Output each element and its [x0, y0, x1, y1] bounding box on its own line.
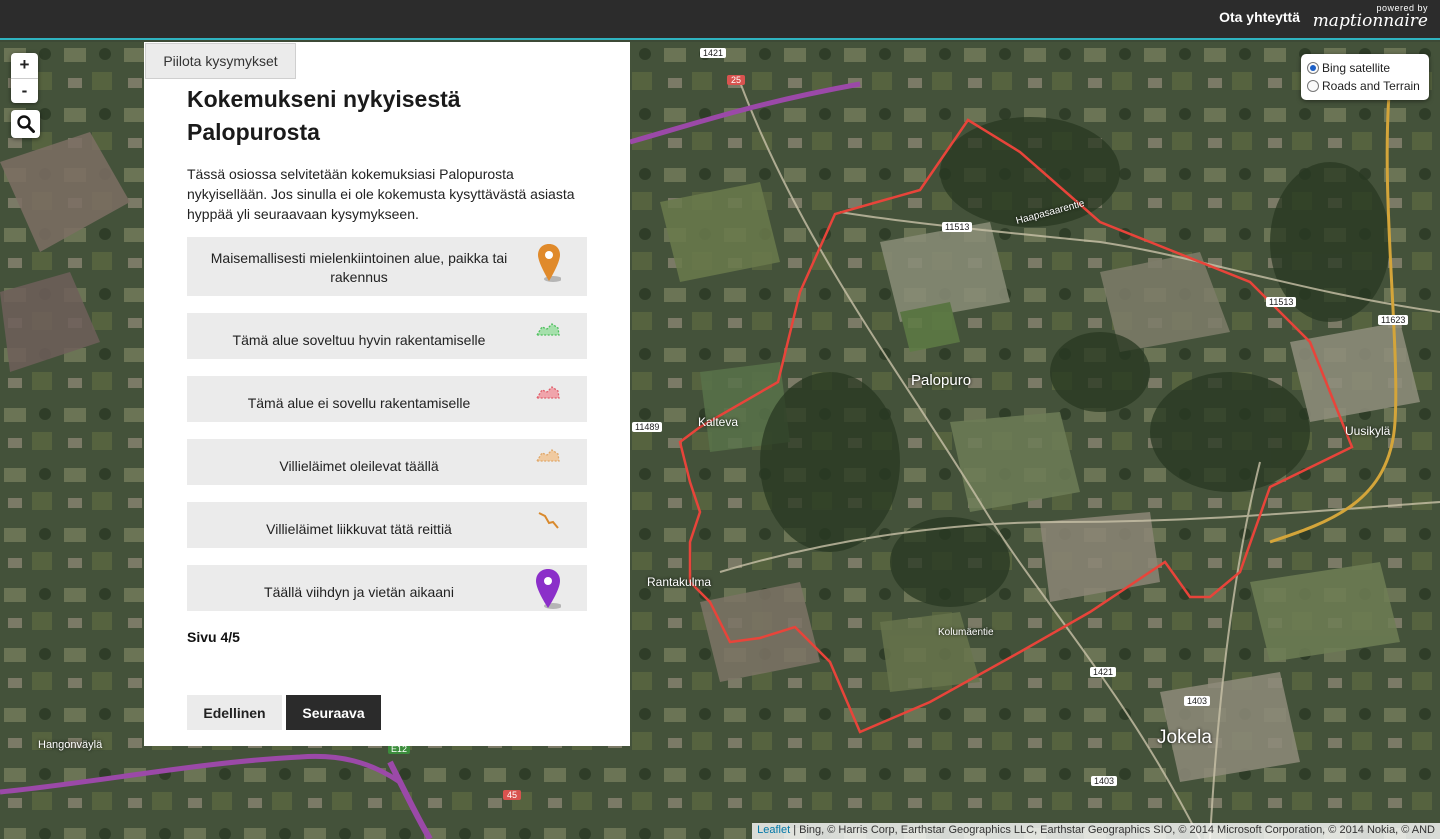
place-label-jokela: Jokela — [1157, 727, 1212, 748]
option-enjoy-time-here[interactable]: Täällä viihdyn ja vietän aikaani — [187, 565, 587, 611]
option-not-suitable-for-building[interactable]: Tämä alue ei sovellu rakentamiselle — [187, 376, 587, 422]
page-title: Kokemukseni nykyisestä Palopurosta — [187, 86, 461, 145]
option-label: Villieläimet oleilevat täällä — [279, 458, 439, 474]
option-label: Tämä alue soveltuu hyvin rakentamiselle — [232, 332, 486, 348]
place-label-rantakulma: Rantakulma — [647, 575, 712, 589]
road-number-45: 45 — [503, 790, 522, 800]
brand-name: maptionnaire — [1312, 11, 1428, 31]
map-attribution: Leaflet | Bing, © Harris Corp, Earthstar… — [752, 823, 1440, 839]
attribution-text: | Bing, © Harris Corp, Earthstar Geograp… — [790, 824, 1435, 836]
layer-option-bing-satellite[interactable]: Bing satellite — [1307, 59, 1423, 77]
zoom-out-button[interactable]: - — [11, 78, 38, 103]
road-number-11489: 11489 — [632, 422, 663, 432]
tan-area-icon — [535, 449, 560, 462]
place-label-kalteva: Kalteva — [698, 415, 739, 429]
page-indicator: Sivu 4/5 — [187, 629, 240, 645]
radio-selected-icon[interactable] — [1307, 62, 1319, 74]
questionnaire-panel: Kokemukseni nykyisestä Palopurosta Tässä… — [144, 42, 630, 746]
road-number-1421: 1421 — [700, 48, 727, 58]
top-bar: Ota yhteyttä powered by maptionnaire — [0, 0, 1440, 40]
layer-label: Roads and Terrain — [1322, 79, 1420, 93]
place-label-hangonvayla: Hangonväylä — [38, 739, 103, 751]
road-number-1403-b: 1403 — [1091, 776, 1118, 786]
search-icon — [16, 115, 35, 133]
option-interesting-place[interactable]: Maisemallisesti mielenkiintoinen alue, p… — [187, 237, 587, 296]
layer-switcher: Bing satellite Roads and Terrain — [1301, 54, 1429, 100]
radio-unselected-icon[interactable] — [1307, 80, 1319, 92]
previous-button[interactable]: Edellinen — [187, 695, 282, 730]
place-label-uusikyla: Uusikylä — [1345, 424, 1391, 438]
option-label: Täällä viihdyn ja vietän aikaani — [264, 584, 454, 600]
place-label-kolumaentie: Kolumäentie — [938, 627, 994, 638]
red-area-icon — [535, 386, 560, 399]
option-label: Maisemallisesti mielenkiintoinen alue, p… — [210, 250, 508, 285]
layer-label: Bing satellite — [1322, 61, 1391, 75]
road-number-11623: 11623 — [1378, 315, 1409, 325]
orange-pin-icon — [538, 244, 561, 282]
purple-pin-icon — [536, 569, 561, 609]
search-button[interactable] — [11, 110, 40, 138]
option-label: Tämä alue ei sovellu rakentamiselle — [247, 395, 471, 411]
road-number-11513-b: 11513 — [1266, 297, 1297, 307]
zoom-control: + - — [11, 53, 38, 103]
zoom-in-button[interactable]: + — [11, 53, 38, 78]
green-area-icon — [535, 323, 560, 336]
maptionnaire-logo[interactable]: powered by maptionnaire — [1313, 3, 1428, 31]
page-description: Tässä osiossa selvitetään kokemuksiasi P… — [187, 166, 575, 222]
road-number-1421-b: 1421 — [1090, 667, 1117, 677]
road-number-1403: 1403 — [1184, 696, 1211, 706]
next-button[interactable]: Seuraava — [286, 695, 381, 730]
option-label: Villieläimet liikkuvat tätä reittiä — [266, 521, 452, 537]
orange-route-icon — [538, 512, 559, 529]
contact-link[interactable]: Ota yhteyttä — [1219, 9, 1300, 25]
layer-option-roads-terrain[interactable]: Roads and Terrain — [1307, 77, 1423, 95]
option-wildlife-stays[interactable]: Villieläimet oleilevat täällä — [187, 439, 587, 485]
leaflet-link[interactable]: Leaflet — [757, 824, 790, 836]
road-number-25: 25 — [727, 75, 746, 85]
hide-questions-button[interactable]: Piilota kysymykset — [145, 43, 296, 79]
place-label-palopuro: Palopuro — [911, 372, 972, 389]
option-suitable-for-building[interactable]: Tämä alue soveltuu hyvin rakentamiselle — [187, 313, 587, 359]
option-wildlife-route[interactable]: Villieläimet liikkuvat tätä reittiä — [187, 502, 587, 548]
road-number-11513: 11513 — [942, 222, 973, 232]
